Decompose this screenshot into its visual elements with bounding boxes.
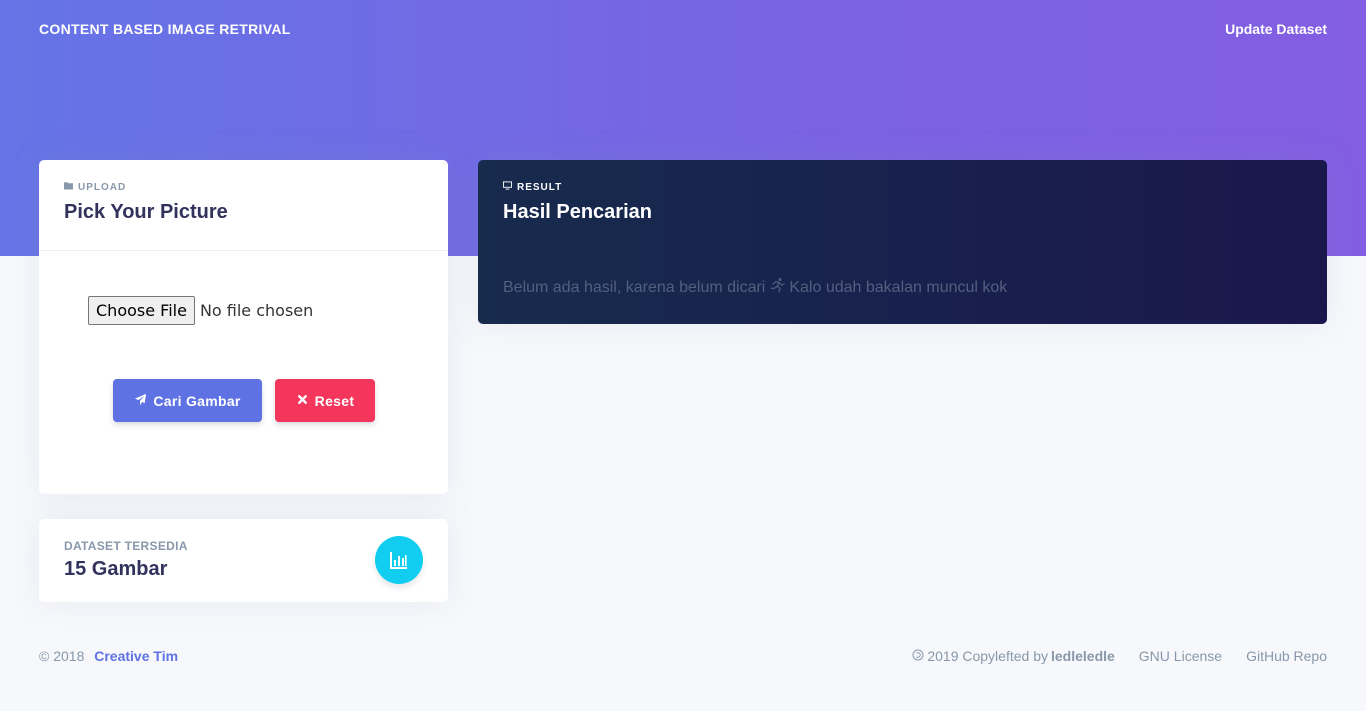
upload-overline: UPLOAD xyxy=(64,181,423,193)
file-status-text: No file chosen xyxy=(199,301,314,320)
result-card: RESULT Hasil Pencarian Belum ada hasil, … xyxy=(478,160,1327,324)
reset-button[interactable]: Reset xyxy=(275,379,375,422)
upload-card-header: UPLOAD Pick Your Picture xyxy=(39,160,448,251)
copyleft-prefix: 2019 Copylefted by xyxy=(927,648,1048,664)
chart-bar-icon xyxy=(375,536,423,584)
dataset-stats-label: DATASET TERSEDIA xyxy=(64,539,188,553)
update-dataset-link[interactable]: Update Dataset xyxy=(1225,21,1327,37)
footer-copyright: © 2018 Creative Tim xyxy=(39,648,178,664)
navbar: CONTENT BASED IMAGE RETRIVAL Update Data… xyxy=(0,0,1366,58)
dataset-stats-card: DATASET TERSEDIA 15 Gambar xyxy=(39,519,448,602)
github-repo-link[interactable]: GitHub Repo xyxy=(1246,648,1327,664)
copyleft-author: ledleledle xyxy=(1050,648,1115,664)
folder-icon xyxy=(64,181,73,193)
monitor-icon xyxy=(503,181,512,193)
upload-card: UPLOAD Pick Your Picture Choose File No … xyxy=(39,160,448,494)
copyright-text: © 2018 xyxy=(39,648,85,664)
result-overline-text: RESULT xyxy=(517,181,563,193)
result-overline: RESULT xyxy=(503,181,1302,193)
running-icon xyxy=(769,277,785,298)
close-icon xyxy=(296,393,309,409)
copyleft-icon xyxy=(912,648,924,664)
reset-label: Reset xyxy=(314,392,355,409)
dataset-stats-value: 15 Gambar xyxy=(64,558,168,580)
result-message-before: Belum ada hasil, karena belum dicari xyxy=(503,278,766,296)
result-card-title: Hasil Pencarian xyxy=(503,201,652,223)
creative-tim-link[interactable]: Creative Tim xyxy=(94,648,178,664)
result-empty-message: Belum ada hasil, karena belum dicari Kal… xyxy=(503,277,1007,298)
upload-overline-text: UPLOAD xyxy=(78,181,127,193)
search-image-label: Cari Gambar xyxy=(153,392,241,409)
search-image-button[interactable]: Cari Gambar xyxy=(113,379,262,422)
result-message-after: Kalo udah bakalan muncul kok xyxy=(789,278,1008,296)
copyleft-notice: 2019 Copylefted by ledleledle xyxy=(912,648,1115,664)
choose-file-button[interactable]: Choose File xyxy=(88,296,195,325)
paper-plane-icon xyxy=(134,393,147,409)
footer-links: 2019 Copylefted by ledleledle GNU Licens… xyxy=(912,648,1327,664)
file-input[interactable]: Choose File No file chosen xyxy=(88,296,313,325)
gnu-license-link[interactable]: GNU License xyxy=(1139,648,1222,664)
upload-card-title: Pick Your Picture xyxy=(64,201,228,223)
brand-link[interactable]: CONTENT BASED IMAGE RETRIVAL xyxy=(39,21,291,37)
